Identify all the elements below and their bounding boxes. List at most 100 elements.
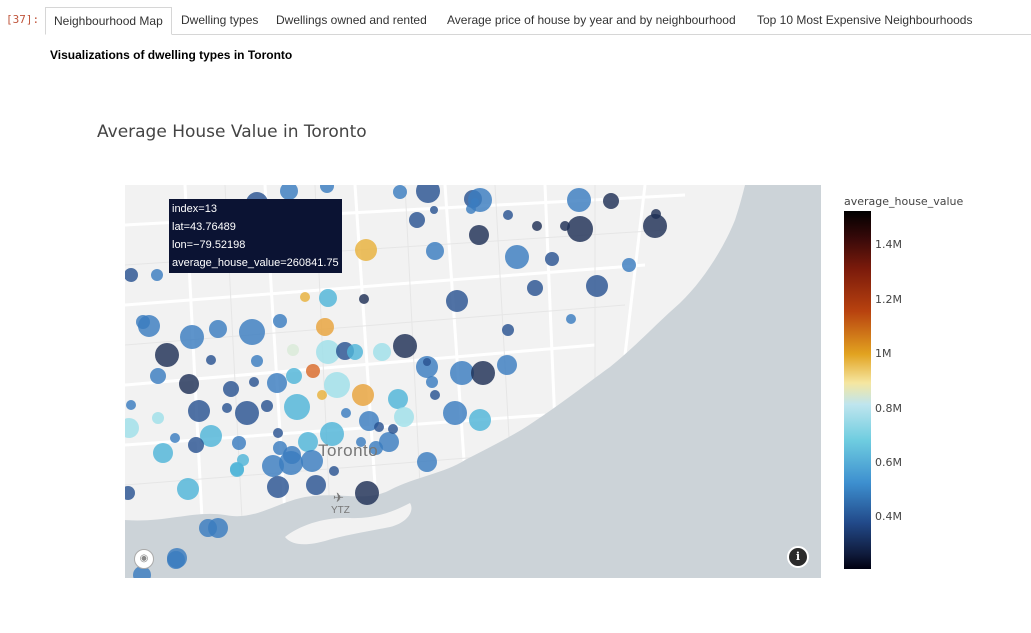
- neighbourhood-bubble[interactable]: [560, 221, 570, 231]
- neighbourhood-bubble[interactable]: [423, 358, 431, 366]
- map-plot[interactable]: Toronto ✈ YTZ index=13 lat=43.76489 lon=…: [125, 185, 821, 578]
- neighbourhood-bubble[interactable]: [416, 185, 440, 203]
- neighbourhood-bubble[interactable]: [223, 381, 239, 397]
- neighbourhood-bubble[interactable]: [622, 258, 636, 272]
- neighbourhood-bubble[interactable]: [603, 193, 619, 209]
- neighbourhood-bubble[interactable]: [249, 377, 259, 387]
- info-icon[interactable]: i: [787, 546, 809, 568]
- neighbourhood-bubble[interactable]: [251, 355, 263, 367]
- neighbourhood-bubble[interactable]: [497, 355, 517, 375]
- neighbourhood-bubble[interactable]: [306, 475, 326, 495]
- neighbourhood-bubble[interactable]: [469, 225, 489, 245]
- colorbar-tick: 0.6M: [875, 456, 902, 469]
- mapbox-logo-icon[interactable]: ◉: [134, 549, 154, 569]
- neighbourhood-bubble[interactable]: [206, 355, 216, 365]
- neighbourhood-bubble[interactable]: [279, 451, 303, 475]
- neighbourhood-bubble[interactable]: [393, 334, 417, 358]
- neighbourhood-bubble[interactable]: [505, 245, 529, 269]
- neighbourhood-bubble[interactable]: [388, 424, 398, 434]
- neighbourhood-bubble[interactable]: [188, 437, 204, 453]
- neighbourhood-bubble[interactable]: [179, 374, 199, 394]
- neighbourhood-bubble[interactable]: [306, 364, 320, 378]
- neighbourhood-bubble[interactable]: [393, 185, 407, 199]
- colorbar-title: average_house_value: [844, 195, 964, 208]
- neighbourhood-bubble[interactable]: [136, 315, 150, 329]
- neighbourhood-bubble[interactable]: [180, 325, 204, 349]
- neighbourhood-bubble[interactable]: [469, 409, 491, 431]
- neighbourhood-bubble[interactable]: [273, 314, 287, 328]
- neighbourhood-bubble[interactable]: [388, 389, 408, 409]
- neighbourhood-bubble[interactable]: [468, 188, 492, 212]
- neighbourhood-bubble[interactable]: [261, 400, 273, 412]
- neighbourhood-bubble[interactable]: [347, 344, 363, 360]
- neighbourhood-bubble[interactable]: [125, 268, 138, 282]
- neighbourhood-bubble[interactable]: [151, 269, 163, 281]
- neighbourhood-bubble[interactable]: [532, 221, 542, 231]
- neighbourhood-bubble[interactable]: [230, 463, 244, 477]
- neighbourhood-bubble[interactable]: [527, 280, 543, 296]
- neighbourhood-bubble[interactable]: [426, 242, 444, 260]
- neighbourhood-bubble[interactable]: [443, 401, 467, 425]
- neighbourhood-bubble[interactable]: [188, 400, 210, 422]
- neighbourhood-bubble[interactable]: [374, 422, 384, 432]
- neighbourhood-bubble[interactable]: [355, 239, 377, 261]
- neighbourhood-bubble[interactable]: [209, 320, 227, 338]
- tab-average-price[interactable]: Average price of house by year and by ne…: [439, 7, 744, 33]
- neighbourhood-bubble[interactable]: [126, 400, 136, 410]
- neighbourhood-bubble[interactable]: [359, 294, 369, 304]
- neighbourhood-bubble[interactable]: [430, 206, 438, 214]
- neighbourhood-bubble[interactable]: [567, 188, 591, 212]
- neighbourhood-bubble[interactable]: [152, 412, 164, 424]
- neighbourhood-bubble[interactable]: [222, 403, 232, 413]
- tab-dwellings-owned-rented[interactable]: Dwellings owned and rented: [268, 7, 435, 33]
- neighbourhood-bubble[interactable]: [426, 376, 438, 388]
- neighbourhood-bubble[interactable]: [503, 210, 513, 220]
- neighbourhood-bubble[interactable]: [177, 478, 199, 500]
- neighbourhood-bubble[interactable]: [471, 361, 495, 385]
- tab-neighbourhood-map[interactable]: Neighbourhood Map: [45, 7, 172, 35]
- tab-top-10-expensive[interactable]: Top 10 Most Expensive Neighbourhoods: [749, 7, 980, 33]
- neighbourhood-bubble[interactable]: [267, 373, 287, 393]
- neighbourhood-bubble[interactable]: [284, 394, 310, 420]
- neighbourhood-bubble[interactable]: [446, 290, 468, 312]
- neighbourhood-bubble[interactable]: [320, 185, 334, 193]
- neighbourhood-bubble[interactable]: [273, 428, 283, 438]
- neighbourhood-bubble[interactable]: [300, 292, 310, 302]
- neighbourhood-bubble[interactable]: [651, 209, 661, 219]
- neighbourhood-bubble[interactable]: [153, 443, 173, 463]
- neighbourhood-bubble[interactable]: [324, 372, 350, 398]
- neighbourhood-bubble[interactable]: [566, 314, 576, 324]
- neighbourhood-bubble[interactable]: [125, 486, 135, 500]
- neighbourhood-bubble[interactable]: [150, 368, 166, 384]
- neighbourhood-bubble[interactable]: [239, 319, 265, 345]
- neighbourhood-bubble[interactable]: [317, 390, 327, 400]
- neighbourhood-bubble[interactable]: [316, 318, 334, 336]
- neighbourhood-bubble[interactable]: [125, 418, 139, 438]
- neighbourhood-bubble[interactable]: [167, 551, 185, 569]
- neighbourhood-bubble[interactable]: [430, 390, 440, 400]
- neighbourhood-bubble[interactable]: [170, 433, 180, 443]
- neighbourhood-bubble[interactable]: [155, 343, 179, 367]
- neighbourhood-bubble[interactable]: [267, 476, 289, 498]
- neighbourhood-bubble[interactable]: [232, 436, 246, 450]
- neighbourhood-bubble[interactable]: [287, 344, 299, 356]
- neighbourhood-bubble[interactable]: [341, 408, 351, 418]
- neighbourhood-bubble[interactable]: [394, 407, 414, 427]
- neighbourhood-bubble[interactable]: [586, 275, 608, 297]
- neighbourhood-bubble[interactable]: [286, 368, 302, 384]
- neighbourhood-bubble[interactable]: [355, 481, 379, 505]
- neighbourhood-bubble[interactable]: [329, 466, 339, 476]
- neighbourhood-bubble[interactable]: [235, 401, 259, 425]
- neighbourhood-bubble[interactable]: [352, 384, 374, 406]
- neighbourhood-bubble[interactable]: [502, 324, 514, 336]
- neighbourhood-bubble[interactable]: [280, 185, 298, 200]
- neighbourhood-bubble[interactable]: [298, 432, 318, 452]
- neighbourhood-bubble[interactable]: [319, 289, 337, 307]
- tab-dwelling-types[interactable]: Dwelling types: [173, 7, 266, 33]
- neighbourhood-bubble[interactable]: [373, 343, 391, 361]
- neighbourhood-bubble[interactable]: [199, 519, 217, 537]
- neighbourhood-bubble[interactable]: [409, 212, 425, 228]
- neighbourhood-bubble[interactable]: [417, 452, 437, 472]
- neighbourhood-bubble[interactable]: [545, 252, 559, 266]
- neighbourhood-bubble[interactable]: [567, 216, 593, 242]
